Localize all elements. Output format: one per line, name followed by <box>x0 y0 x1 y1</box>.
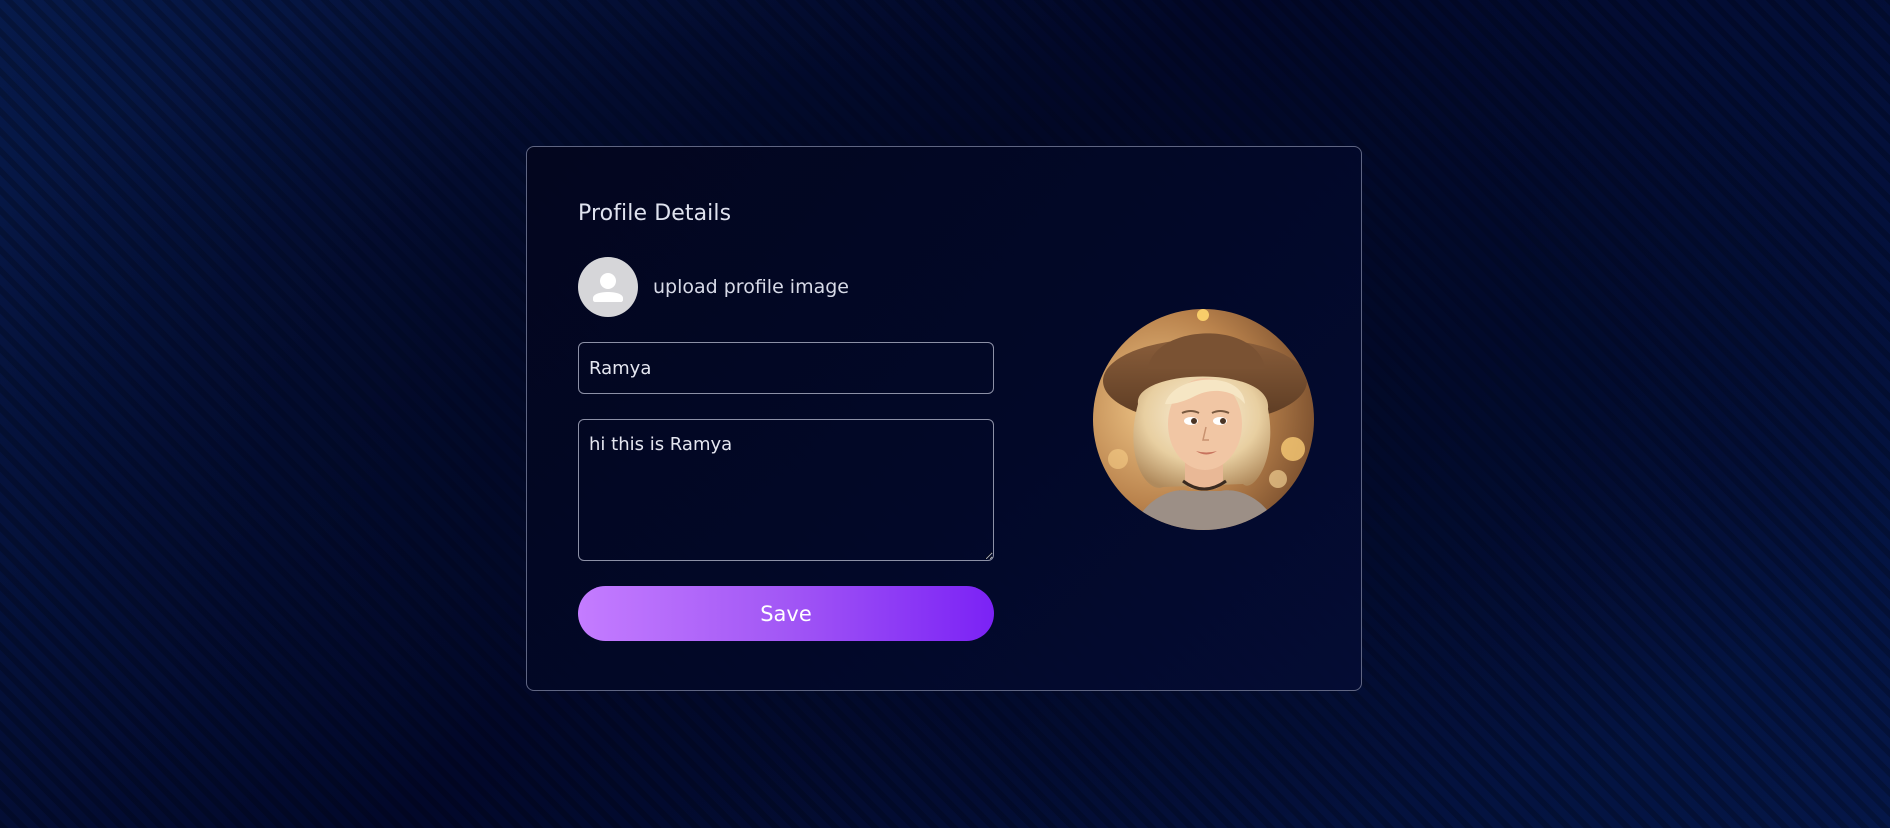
profile-photo-image <box>1093 309 1314 530</box>
name-input[interactable] <box>578 342 994 394</box>
upload-profile-image-label[interactable]: upload profile image <box>653 276 849 298</box>
bio-textarea[interactable]: hi this is Ramya <box>578 419 994 561</box>
page-title: Profile Details <box>578 201 732 226</box>
upload-profile-image[interactable]: upload profile image <box>578 257 849 317</box>
save-button[interactable]: Save <box>578 586 994 641</box>
profile-card: Profile Details upload profile image hi … <box>526 146 1362 691</box>
profile-photo <box>1093 309 1314 530</box>
user-silhouette-icon[interactable] <box>578 257 638 317</box>
